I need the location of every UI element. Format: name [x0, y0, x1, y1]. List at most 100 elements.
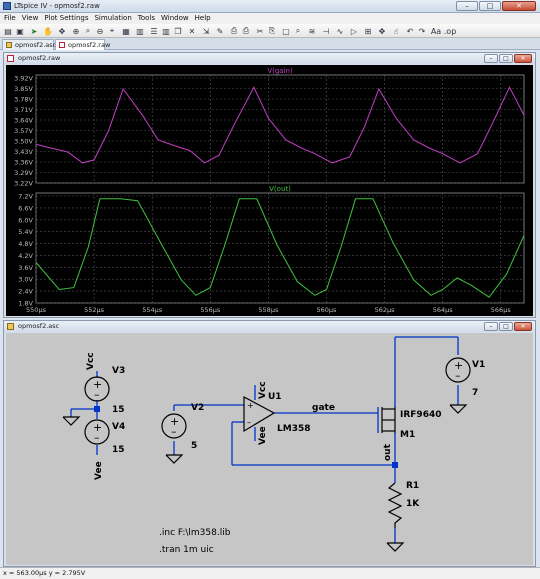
open-icon[interactable]: ▤ — [3, 26, 13, 36]
menu-tools[interactable]: Tools — [138, 13, 155, 24]
waveform-minimize-button[interactable]: – — [484, 54, 498, 63]
ground-icon — [62, 416, 81, 426]
tile-horizontal-icon[interactable]: ☰ — [149, 26, 159, 36]
y-tick-label: 7.2V — [18, 193, 33, 201]
menu-plot-settings[interactable]: Plot Settings — [44, 13, 88, 24]
waveform-close-button[interactable]: ✕ — [514, 54, 532, 63]
schematic-maximize-button[interactable]: □ — [499, 322, 513, 331]
zoom-in-icon[interactable]: ⊕ — [71, 26, 81, 36]
tab-schematic[interactable]: opmosf2.asc — [2, 39, 56, 50]
undo-icon[interactable]: ↶ — [405, 26, 415, 36]
label-m1: M1 — [400, 430, 415, 440]
status-bar: x = 563.00µs y = 2.795V — [0, 567, 540, 579]
y-tick-label: 3.22V — [14, 180, 33, 188]
label-irf9640: IRF9640 — [400, 410, 441, 420]
waveform-window: opmosf2.raw – □ ✕ 3.92V 3.85V 3.78V 3.71V 3.… — [3, 52, 536, 318]
y-tick-label: 5.4V — [18, 228, 33, 236]
minimize-button[interactable]: – — [456, 1, 478, 11]
y-tick-label: 3.43V — [14, 148, 33, 156]
x-tick-label: 560µs — [317, 306, 338, 314]
copy-icon[interactable]: ⎘ — [267, 26, 277, 36]
y-tick-label: 3.36V — [14, 159, 33, 167]
autorange-icon[interactable]: ▦ — [121, 26, 131, 36]
print-icon[interactable]: ⎙ — [229, 26, 239, 36]
move-icon[interactable]: ✥ — [377, 26, 387, 36]
schematic-minimize-button[interactable]: – — [484, 322, 498, 331]
y-tick-label: 3.78V — [14, 96, 33, 104]
close-window-icon[interactable]: ✕ — [187, 26, 197, 36]
zoom-fit-icon[interactable]: ⌖ — [107, 26, 117, 36]
paste-icon[interactable]: ▢ — [281, 26, 291, 36]
waveform-window-icon — [7, 55, 14, 62]
svg-text:–: – — [94, 431, 100, 444]
label-u1: U1 — [268, 392, 282, 402]
spice-directive-tran[interactable]: .tran 1m uic — [159, 545, 214, 555]
plot-area[interactable]: 3.92V 3.85V 3.78V 3.71V 3.64V 3.57V 3.50V 3.43V… — [6, 65, 533, 316]
waveform-window-titlebar: opmosf2.raw – □ ✕ — [4, 53, 535, 64]
printer-setup-icon[interactable]: ⎙ — [241, 26, 251, 36]
svg-text:–: – — [94, 388, 100, 401]
redo-icon[interactable]: ↷ — [417, 26, 427, 36]
trace-line — [35, 198, 525, 298]
x-tick-label: 552µs — [84, 306, 105, 314]
halt-icon[interactable]: ✋ — [43, 26, 53, 36]
y-tick-label: 4.2V — [18, 252, 33, 260]
y-tick-label: 2.4V — [18, 288, 33, 296]
menu-view[interactable]: View — [22, 13, 39, 24]
tile-icon[interactable]: ▥ — [135, 26, 145, 36]
menu-file[interactable]: File — [4, 13, 16, 24]
cut-icon[interactable]: ✂ — [255, 26, 265, 36]
tile-vertical-icon[interactable]: ▥ — [161, 26, 171, 36]
y-tick-label: 3.6V — [18, 264, 33, 272]
label-out-net: out — [383, 443, 393, 461]
spice-directive-inc[interactable]: .inc F:\lm358.lib — [159, 528, 231, 538]
close-button[interactable]: ✕ — [502, 1, 536, 11]
menu-window[interactable]: Window — [161, 13, 189, 24]
y-tick-label: 3.57V — [14, 127, 33, 135]
x-tick-label: 562µs — [375, 306, 396, 314]
spice-directive-icon[interactable]: .op — [444, 26, 457, 36]
y-tick-label: 6.6V — [18, 204, 33, 212]
tab-waveform[interactable]: opmosf2.raw — [55, 39, 110, 50]
save-icon[interactable]: ▣ — [15, 26, 25, 36]
menu-simulation[interactable]: Simulation — [94, 13, 131, 24]
schematic-drawing[interactable]: +– +– +– +– + – Vcc V3 15 V4 15 Vee V2 5… — [6, 333, 533, 565]
toolbar: ▤ ▣ ➤ ✋ ✥ ⊕ ⌕ ⊖ ⌖ ▦ ▥ ☰ ▥ ❐ ✕ ⇲ ✎ ⎙ ⎙ ✂ … — [0, 24, 540, 38]
y-tick-label: 3.71V — [14, 106, 33, 114]
diode-icon[interactable]: ▷ — [349, 26, 359, 36]
zoom-area-icon[interactable]: ⌕ — [83, 26, 93, 36]
drag-icon[interactable]: ☝ — [391, 26, 401, 36]
label-v3: V3 — [112, 366, 125, 376]
component-icon[interactable]: ⊞ — [363, 26, 373, 36]
pan-icon[interactable]: ✥ — [57, 26, 67, 36]
label-lm358: LM358 — [277, 424, 310, 434]
menu-help[interactable]: Help — [195, 13, 211, 24]
resistor-icon[interactable]: ≋ — [307, 26, 317, 36]
text-icon[interactable]: Aa — [431, 26, 441, 36]
schematic-window-titlebar: opmosf2.asc – □ ✕ — [4, 321, 535, 332]
document-tabs: opmosf2.asc opmosf2.raw — [0, 38, 540, 50]
run-icon[interactable]: ➤ — [29, 26, 39, 36]
zoom-out-icon[interactable]: ⊖ — [95, 26, 105, 36]
window-title: LTspice IV - opmosf2.raw — [14, 2, 100, 10]
netlist-icon[interactable]: ⇲ — [201, 26, 211, 36]
capacitor-icon[interactable]: ⊣ — [321, 26, 331, 36]
plot-frame — [35, 192, 525, 304]
schematic-close-button[interactable]: ✕ — [514, 322, 532, 331]
opamp-minus-sign: – — [247, 418, 251, 427]
cascade-icon[interactable]: ❐ — [173, 26, 183, 36]
schematic-canvas[interactable]: + – + – + – + – + – Vcc V3 15 V4 15 Vee … — [6, 333, 533, 565]
waveform-window-title: opmosf2.raw — [18, 54, 61, 62]
trace-title: V(gain) — [267, 67, 293, 75]
waveform-maximize-button[interactable]: □ — [499, 54, 513, 63]
waveform-plot[interactable]: 3.92V 3.85V 3.78V 3.71V 3.64V 3.57V 3.50V 3.43V… — [6, 65, 533, 316]
wire-icon[interactable]: ✎ — [215, 26, 225, 36]
schematic-window-title: opmosf2.asc — [18, 322, 60, 330]
y-tick-label: 3.64V — [14, 117, 33, 125]
resistor-r1-symbol — [387, 482, 403, 528]
maximize-button[interactable]: □ — [479, 1, 501, 11]
x-tick-label: 558µs — [258, 306, 279, 314]
ltspice-app-icon — [3, 2, 11, 10]
find-icon[interactable]: ⌕ — [293, 26, 303, 36]
inductor-icon[interactable]: ∿ — [335, 26, 345, 36]
